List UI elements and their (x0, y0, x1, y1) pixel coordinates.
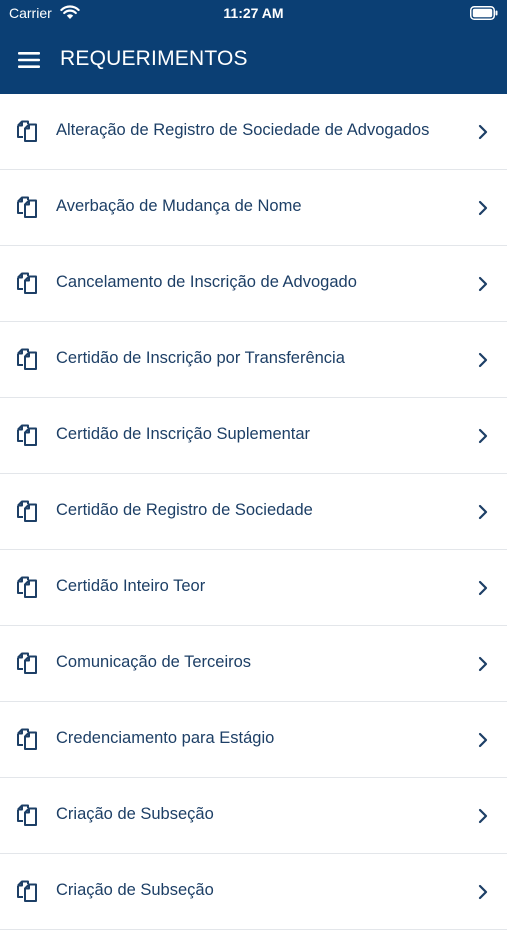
copy-document-icon (15, 423, 39, 447)
list-item[interactable]: Criação de Subseção (0, 778, 507, 854)
nav-bar: REQUERIMENTOS (0, 26, 507, 94)
copy-document-icon (15, 119, 39, 143)
copy-document-icon (15, 803, 39, 827)
requirements-list: Alteração de Registro de Sociedade de Ad… (0, 94, 507, 930)
copy-document-icon (15, 347, 39, 371)
list-item[interactable]: Averbação de Mudança de Nome (0, 170, 507, 246)
list-item-label: Comunicação de Terceiros (56, 653, 252, 671)
copy-document-icon (15, 195, 39, 219)
list-item-label: Criação de Subseção (56, 805, 214, 823)
list-item-label: Certidão Inteiro Teor (56, 577, 206, 595)
list-item[interactable]: Credenciamento para Estágio (0, 702, 507, 778)
chevron-right-icon (478, 276, 488, 292)
list-item[interactable]: Certidão Inteiro Teor (0, 550, 507, 626)
chevron-right-icon (478, 884, 488, 900)
chevron-right-icon (478, 656, 488, 672)
chevron-right-icon (478, 504, 488, 520)
battery-icon (470, 6, 498, 25)
copy-document-icon (15, 271, 39, 295)
chevron-right-icon (478, 428, 488, 444)
chevron-right-icon (478, 732, 488, 748)
list-item[interactable]: Cancelamento de Inscrição de Advogado (0, 246, 507, 322)
chevron-right-icon (478, 124, 488, 140)
chevron-right-icon (478, 580, 488, 596)
list-item[interactable]: Comunicação de Terceiros (0, 626, 507, 702)
copy-document-icon (15, 879, 39, 903)
hamburger-menu-icon[interactable] (16, 48, 44, 72)
list-item[interactable]: Certidão de Inscrição Suplementar (0, 398, 507, 474)
list-item-label: Averbação de Mudança de Nome (56, 197, 302, 215)
list-item[interactable]: Certidão de Registro de Sociedade (0, 474, 507, 550)
list-item-label: Criação de Subseção (56, 881, 214, 899)
clock: 11:27 AM (223, 5, 284, 21)
list-item[interactable]: Certidão de Inscrição por Transferência (0, 322, 507, 398)
status-bar: Carrier 11:27 AM (0, 0, 507, 26)
copy-document-icon (15, 727, 39, 751)
list-item[interactable]: Alteração de Registro de Sociedade de Ad… (0, 94, 507, 170)
chevron-right-icon (478, 200, 488, 216)
copy-document-icon (15, 575, 39, 599)
list-item[interactable]: Criação de Subseção (0, 854, 507, 930)
chevron-right-icon (478, 352, 488, 368)
list-item-label: Cancelamento de Inscrição de Advogado (56, 273, 357, 291)
list-item-label: Certidão de Inscrição por Transferência (56, 349, 345, 367)
list-item-label: Certidão de Inscrição Suplementar (56, 425, 311, 443)
page-title: REQUERIMENTOS (60, 47, 248, 70)
chevron-right-icon (478, 808, 488, 824)
copy-document-icon (15, 651, 39, 675)
copy-document-icon (15, 499, 39, 523)
list-item-label: Alteração de Registro de Sociedade de Ad… (56, 121, 430, 139)
list-item-label: Certidão de Registro de Sociedade (56, 501, 313, 519)
list-item-label: Credenciamento para Estágio (56, 729, 275, 747)
